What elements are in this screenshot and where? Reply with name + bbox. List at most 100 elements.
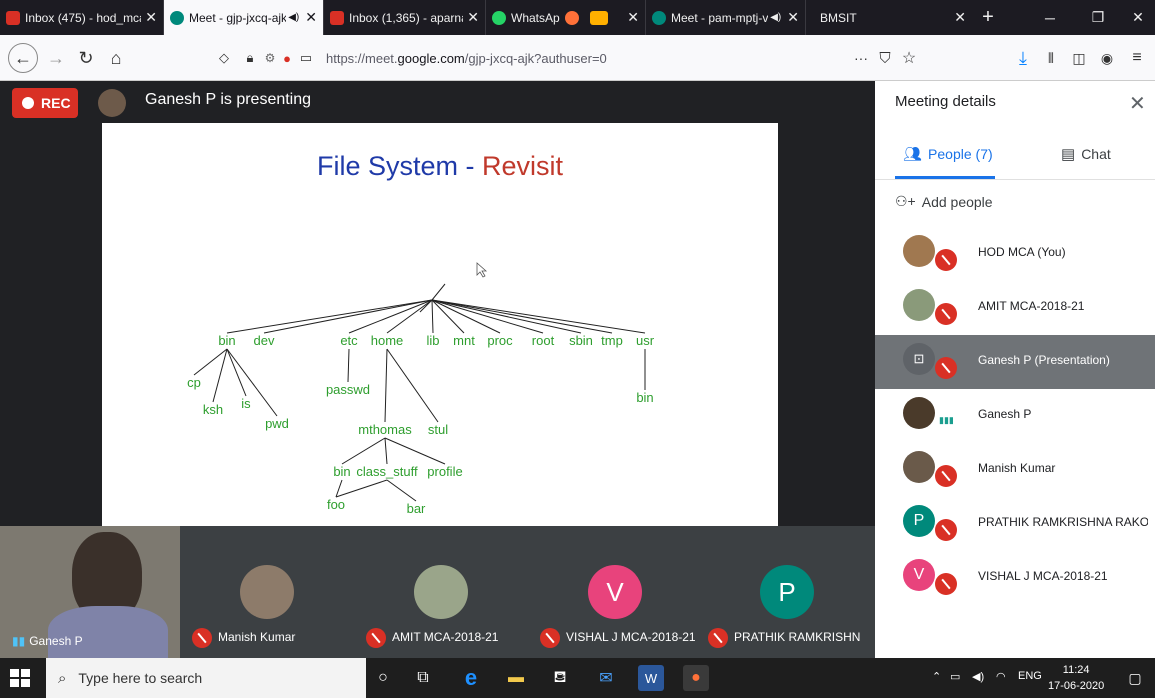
tree-node-proc: proc xyxy=(487,333,513,348)
screen-share-icon[interactable]: ▭ xyxy=(296,44,316,72)
library-icon[interactable]: ⫴ xyxy=(1040,44,1062,72)
tab-meet-other[interactable]: Meet - pam-mptj-v ◀) ✕ xyxy=(646,0,806,35)
store-icon[interactable]: ⛾ xyxy=(547,665,573,691)
tab-bmsit[interactable]: BMSIT ✕ xyxy=(806,0,972,35)
participant-row[interactable]: P PRATHIK RAMKRISHNA RAKO... xyxy=(875,497,1155,551)
minimize-button[interactable]: ─ xyxy=(1030,0,1070,35)
add-people-button[interactable]: ⚇+ Add people xyxy=(895,193,993,210)
tree-node-bin: bin xyxy=(218,333,235,348)
windows-start-icon[interactable] xyxy=(8,666,32,690)
url-field[interactable]: https://meet. google.com/gjp-jxcq-ajk?aut… xyxy=(318,44,838,72)
mic-off-icon xyxy=(192,628,212,648)
microphone-icon[interactable]: ● xyxy=(278,44,296,72)
system-clock[interactable]: 11:24 17-06-2020 xyxy=(1048,662,1104,694)
close-tab-icon[interactable]: ✕ xyxy=(145,9,157,26)
restore-button[interactable]: ❐ xyxy=(1078,0,1118,35)
task-view-icon[interactable]: ⧉ xyxy=(410,665,436,691)
participant-tile[interactable]: AMIT MCA-2018-21 xyxy=(354,526,528,658)
mic-off-icon xyxy=(935,249,957,271)
tree-node-etc: etc xyxy=(340,333,358,348)
recording-label: REC xyxy=(41,95,71,111)
url-path: /gjp-jxcq-ajk?authuser=0 xyxy=(464,50,607,66)
self-video-tile[interactable]: ▮▮ Ganesh P xyxy=(0,526,180,658)
volume-icon[interactable]: ◀) xyxy=(972,670,984,683)
close-window-button[interactable]: ✕ xyxy=(1118,0,1155,35)
tile-name: Manish Kumar xyxy=(192,628,295,648)
edge-icon[interactable]: e xyxy=(458,665,484,691)
close-tab-icon[interactable]: ✕ xyxy=(787,9,799,26)
speaker-icon[interactable]: ◀) xyxy=(288,12,299,23)
tray-chevron-icon[interactable]: ⌃ xyxy=(932,670,941,683)
new-tab-button[interactable]: + xyxy=(968,0,1008,35)
participant-name: Ganesh P (Presentation) xyxy=(978,353,1110,367)
firefox-icon[interactable]: ● xyxy=(683,665,709,691)
close-tab-icon[interactable]: ✕ xyxy=(305,9,317,26)
home-icon[interactable]: ⌂ xyxy=(104,44,128,72)
slide-title: File System - Revisit xyxy=(317,151,564,181)
close-tab-icon[interactable]: ✕ xyxy=(467,9,479,26)
participant-row-presentation[interactable]: ⊡ Ganesh P (Presentation) xyxy=(875,335,1155,389)
participant-row[interactable]: V VISHAL J MCA-2018-21 xyxy=(875,551,1155,605)
notification-icon[interactable]: ▢ xyxy=(1122,665,1148,691)
mic-off-icon xyxy=(540,628,560,648)
taskbar-search-input[interactable]: ⌕ Type here to search xyxy=(46,658,366,698)
tree-edge xyxy=(348,299,433,334)
file-explorer-icon[interactable]: ▬ xyxy=(503,665,529,691)
battery-icon[interactable]: ▭ xyxy=(950,670,960,683)
wifi-icon[interactable]: ◠ xyxy=(996,670,1006,683)
participant-tile[interactable]: V VISHAL J MCA-2018-21 xyxy=(528,526,702,658)
mail-icon[interactable]: ✉ xyxy=(593,665,619,691)
mic-off-icon xyxy=(708,628,728,648)
participant-row[interactable]: Manish Kumar xyxy=(875,443,1155,497)
tree-node-home: home xyxy=(371,333,404,348)
lock-icon[interactable]: 🔒︎ xyxy=(240,44,260,72)
back-button[interactable]: ← xyxy=(8,43,38,73)
firefox-icon xyxy=(565,10,580,25)
tree-node-mnt: mnt xyxy=(453,333,475,348)
tab-title: BMSIT xyxy=(820,10,857,25)
bookmark-star-icon[interactable]: ☆ xyxy=(898,44,920,72)
close-icon[interactable]: ✕ xyxy=(1129,91,1146,116)
speaker-icon[interactable]: ◀) xyxy=(770,12,781,23)
account-icon[interactable]: ◉ xyxy=(1096,44,1118,72)
gmail-icon xyxy=(6,10,20,25)
participant-row[interactable]: AMIT MCA-2018-21 xyxy=(875,281,1155,335)
close-tab-icon[interactable]: ✕ xyxy=(627,9,639,26)
tree-edges xyxy=(193,283,646,502)
participant-name: PRATHIK RAMKRISHNA RAKO... xyxy=(978,515,1148,529)
reload-button[interactable]: ↻ xyxy=(74,44,98,72)
record-dot-icon xyxy=(22,97,34,109)
participant-name: HOD MCA (You) xyxy=(978,245,1066,259)
participant-row[interactable]: HOD MCA (You) xyxy=(875,227,1155,281)
shield-icon[interactable]: ◇ xyxy=(214,44,234,72)
permissions-icon[interactable]: ⚙ xyxy=(260,44,280,72)
participant-tile[interactable]: P PRATHIK RAMKRISHN xyxy=(702,526,875,658)
presenting-banner: Ganesh P is presenting xyxy=(145,91,312,108)
tab-people[interactable]: 👥︎ People (7) xyxy=(903,145,993,163)
participant-name: VISHAL J MCA-2018-21 xyxy=(978,569,1108,583)
pocket-icon[interactable]: ⛉ xyxy=(874,44,896,72)
tab-chat[interactable]: ▤ Chat xyxy=(1061,145,1111,163)
tab-inbox-hod[interactable]: Inbox (475) - hod_mca ✕ xyxy=(0,0,164,35)
participant-row[interactable]: ▮▮▮ Ganesh P xyxy=(875,389,1155,443)
download-icon[interactable]: ⤓ xyxy=(1012,44,1034,72)
mic-off-icon xyxy=(935,303,957,325)
forward-button[interactable]: → xyxy=(44,44,68,72)
close-tab-icon[interactable]: ✕ xyxy=(954,9,966,26)
tab-meet-active[interactable]: Meet - gjp-jxcq-ajk ◀) ✕ xyxy=(164,0,324,35)
page-actions-button[interactable]: ··· xyxy=(850,44,872,72)
participant-tile[interactable]: Manish Kumar xyxy=(180,526,354,658)
avatar xyxy=(903,451,935,483)
language-indicator[interactable]: ENG xyxy=(1018,670,1042,682)
cortana-icon[interactable]: ○ xyxy=(370,665,396,691)
tile-name-text: VISHAL J MCA-2018-21 xyxy=(566,630,696,645)
sidebar-icon[interactable]: ◫ xyxy=(1068,44,1090,72)
tab-whatsapp[interactable]: WhatsAp ✕ xyxy=(486,0,646,35)
avatar xyxy=(414,565,468,619)
search-placeholder: Type here to search xyxy=(78,670,203,686)
word-icon[interactable]: W xyxy=(638,665,664,691)
tab-inbox-aparna[interactable]: Inbox (1,365) - aparna ✕ xyxy=(324,0,486,35)
tree-edge xyxy=(226,348,278,417)
menu-icon[interactable]: ≡ xyxy=(1126,44,1148,72)
tree-edge xyxy=(193,348,228,376)
